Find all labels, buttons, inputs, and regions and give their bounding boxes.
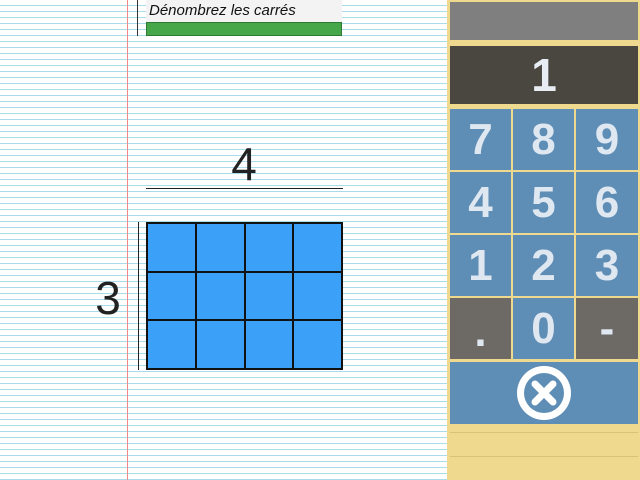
- answer-display: 1: [450, 46, 638, 104]
- clear-button[interactable]: [450, 362, 638, 424]
- key-1[interactable]: 1: [450, 235, 511, 296]
- grid-square: [244, 320, 294, 369]
- columns-count-label: 4: [231, 138, 257, 190]
- grid-square: [293, 320, 342, 369]
- key-4[interactable]: 4: [450, 172, 511, 233]
- keypad-panel: 1 789456123.0-: [447, 0, 640, 480]
- grid-square: [195, 223, 245, 272]
- key-5[interactable]: 5: [513, 172, 574, 233]
- margin-line: [127, 0, 128, 480]
- columns-rule: [146, 188, 343, 189]
- grid-square: [244, 271, 294, 321]
- key-decimal[interactable]: .: [450, 298, 511, 359]
- grid-square: [147, 271, 196, 321]
- grid-square: [147, 320, 196, 369]
- close-circle-icon: [517, 366, 571, 420]
- key-7[interactable]: 7: [450, 109, 511, 170]
- progress-bar: [146, 22, 342, 36]
- rows-count-label: 3: [95, 272, 121, 324]
- key-0[interactable]: 0: [513, 298, 574, 359]
- squares-grid: [146, 222, 343, 370]
- header-divider: [137, 0, 138, 36]
- grid-square: [195, 320, 245, 369]
- key-6[interactable]: 6: [576, 172, 638, 233]
- key-3[interactable]: 3: [576, 235, 638, 296]
- key-8[interactable]: 8: [513, 109, 574, 170]
- keypad-header: [450, 2, 638, 40]
- grid-square: [244, 223, 294, 272]
- key-minus[interactable]: -: [576, 298, 638, 359]
- grid-square: [195, 271, 245, 321]
- grid-square: [147, 223, 196, 272]
- panel-line: [450, 432, 638, 433]
- rows-rule: [138, 222, 139, 370]
- key-2[interactable]: 2: [513, 235, 574, 296]
- panel-line: [450, 456, 638, 457]
- key-9[interactable]: 9: [576, 109, 638, 170]
- grid-square: [293, 223, 342, 272]
- worksheet-paper: Dénombrez les carrés 4 3: [0, 0, 447, 480]
- grid-square: [293, 271, 342, 321]
- instruction-text: Dénombrez les carrés: [146, 0, 342, 22]
